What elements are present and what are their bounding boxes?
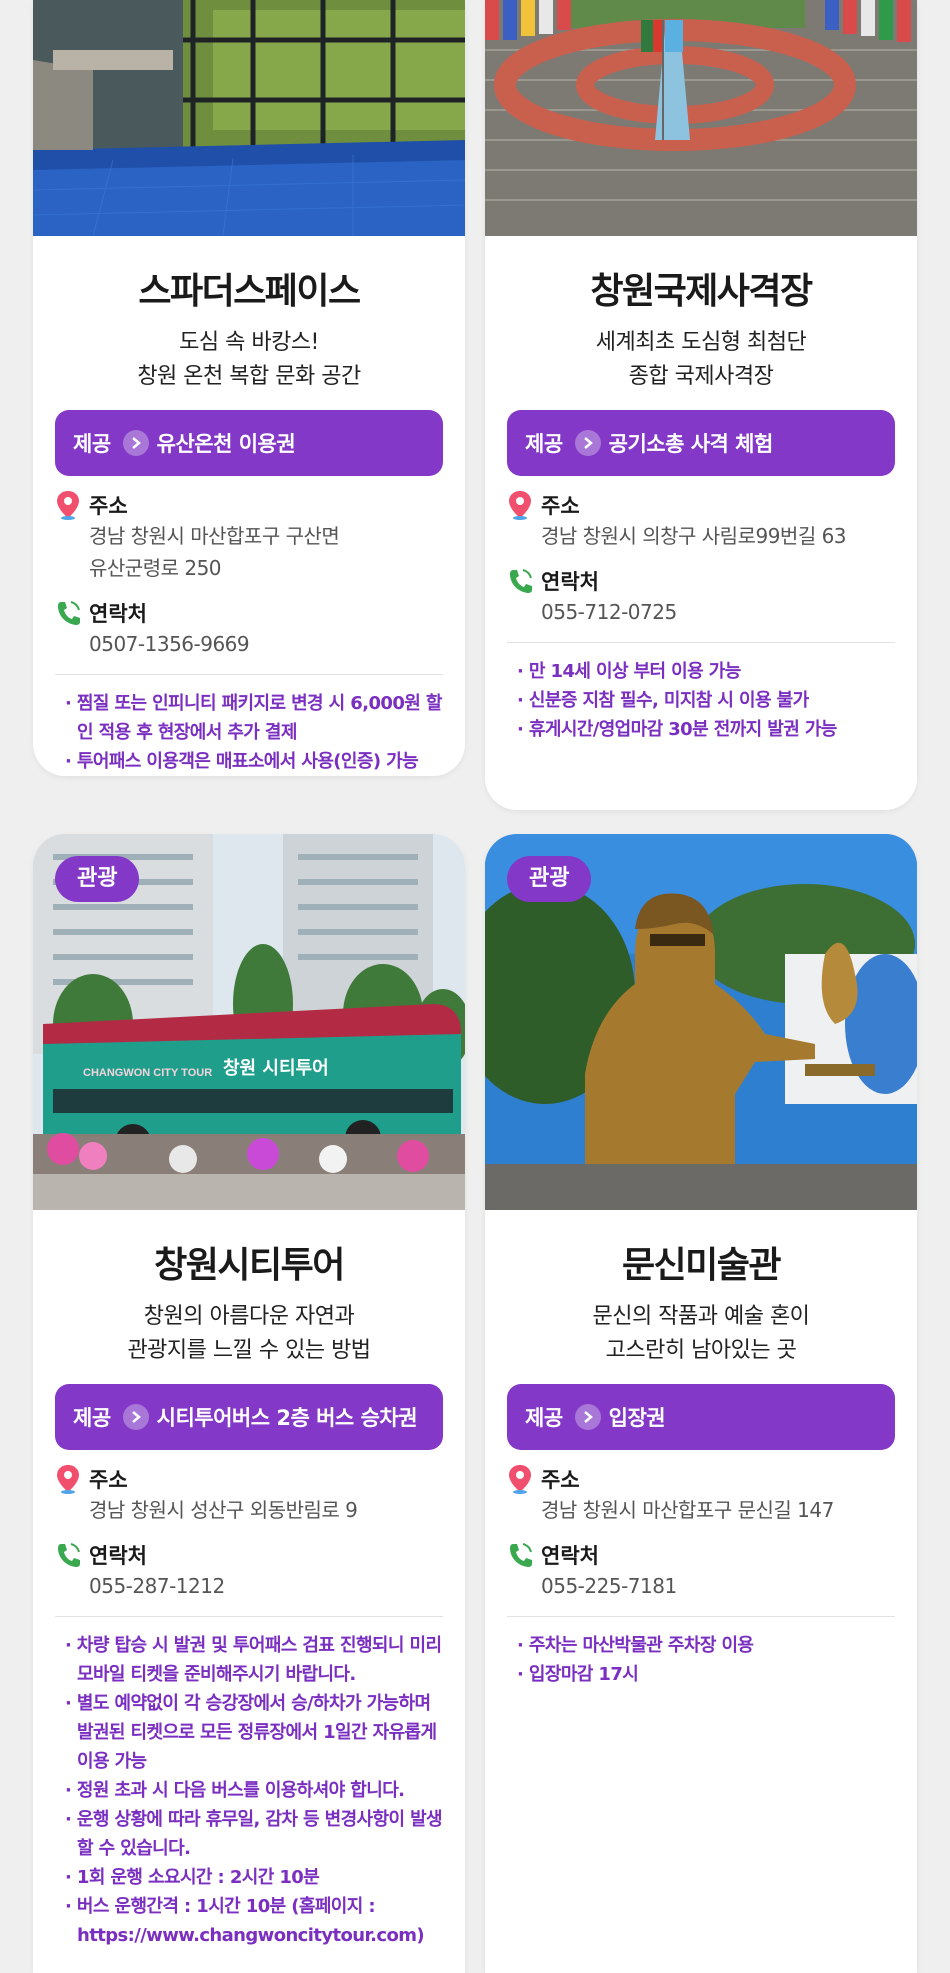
contact-value[interactable]: 055-287-1212 xyxy=(55,1570,443,1602)
card-description: 문신의 작품과 예술 혼이 고스란히 남아있는 곳 xyxy=(592,1304,810,1363)
location-pin-icon xyxy=(57,491,79,520)
moonshin-statue-photo: 관광 xyxy=(485,834,917,1210)
notes-list: 찜질 또는 인피니티 패키지로 변경 시 6,000원 할인 적용 후 현장에서… xyxy=(55,689,443,776)
category-badge: 관광 xyxy=(55,856,140,902)
address-value: 경남 창원시 마산합포구 구산면 유산군령로 250 xyxy=(89,524,340,580)
phone-icon xyxy=(510,569,532,593)
contact-value[interactable]: 055-225-7181 xyxy=(507,1570,895,1602)
note-item: 입장마감 17시 xyxy=(517,1660,895,1689)
note-item: 1회 운행 소요시간 : 2시간 10분 xyxy=(65,1863,443,1892)
attraction-card-moonshin-museum: 관광 문신미술관 문신의 작품과 예술 혼이 고스란히 남아있는 곳 제공 입장… xyxy=(485,834,917,1973)
card-description: 세계최초 도심형 최첨단 종합 국제사격장 xyxy=(595,330,807,389)
city-tour-bus-photo: CHANGWON CITY TOUR 창원 시티투어 관광 xyxy=(33,834,465,1210)
address-value: 경남 창원시 성산구 외동반림로 9 xyxy=(89,1498,358,1522)
notes-list: 주차는 마산박물관 주차장 이용 입장마감 17시 xyxy=(507,1631,895,1689)
divider xyxy=(507,642,895,643)
chevron-right-icon xyxy=(122,1404,149,1430)
location-pin-icon xyxy=(509,1465,531,1494)
address-value: 경남 창원시 의창구 사림로99번길 63 xyxy=(541,524,847,548)
phone-icon xyxy=(58,601,80,625)
note-item: 신분증 지참 필수, 미지참 시 이용 불가 xyxy=(517,686,895,715)
card-description: 도심 속 바캉스! 창원 온천 복합 문화 공간 xyxy=(137,330,361,389)
note-item: 차량 탑승 시 발권 및 투어패스 검표 진행되니 미리 모바일 티켓을 준비해… xyxy=(65,1631,443,1689)
divider xyxy=(55,674,443,675)
spa-pool-photo xyxy=(33,0,465,236)
location-pin-icon xyxy=(509,491,531,520)
note-item: 정원 초과 시 다음 버스를 이용하셔야 합니다. xyxy=(65,1776,443,1805)
contact-section: 연락처 055-287-1212 xyxy=(55,1540,443,1602)
chevron-right-icon xyxy=(122,430,149,456)
note-item: 별도 예약없이 각 승강장에서 승/하차가 가능하며 발권된 티켓으로 모든 정… xyxy=(65,1689,443,1776)
contact-section: 연락처 055-225-7181 xyxy=(507,1540,895,1602)
phone-icon xyxy=(58,1543,80,1567)
chevron-right-icon xyxy=(574,430,601,456)
note-item: 찜질 또는 인피니티 패키지로 변경 시 6,000원 할인 적용 후 현장에서… xyxy=(65,689,443,747)
note-item: 투어패스 이용객은 매표소에서 사용(인증) 가능 xyxy=(65,747,443,776)
attraction-card-city-tour: CHANGWON CITY TOUR 창원 시티투어 관광 창원시티투어 창원의… xyxy=(33,834,465,1973)
card-title: 스파더스페이스 xyxy=(138,271,361,312)
bus-logo-text: 창원 시티투어 xyxy=(223,1058,329,1079)
note-item: 주차는 마산박물관 주차장 이용 xyxy=(517,1631,895,1660)
attraction-card-shooting-range: 창원국제사격장 세계최초 도심형 최첨단 종합 국제사격장 제공 공기소총 사격… xyxy=(485,0,917,810)
address-section: 주소 경남 창원시 의창구 사림로99번길 63 xyxy=(507,490,895,552)
divider xyxy=(55,1616,443,1617)
card-description: 창원의 아름다운 자연과 관광지를 느낄 수 있는 방법 xyxy=(127,1304,371,1363)
notes-list: 만 14세 이상 부터 이용 가능 신분증 지참 필수, 미지참 시 이용 불가… xyxy=(507,657,895,744)
address-value: 경남 창원시 마산합포구 문신길 147 xyxy=(541,1498,834,1522)
note-item: 버스 운행간격 : 1시간 10분 (홈페이지 : https://www.ch… xyxy=(65,1892,443,1950)
offer-banner: 제공 공기소총 사격 체험 xyxy=(507,410,895,476)
offer-banner: 제공 유산온천 이용권 xyxy=(55,410,443,476)
chevron-right-icon xyxy=(574,1404,601,1430)
attraction-card-spa: 스파더스페이스 도심 속 바캉스! 창원 온천 복합 문화 공간 제공 유산온천… xyxy=(33,0,465,776)
contact-section: 연락처 055-712-0725 xyxy=(507,566,895,628)
contact-section: 연락처 0507-1356-9669 xyxy=(55,598,443,660)
bus-text: CHANGWON CITY TOUR xyxy=(83,1067,212,1079)
note-item: 운행 상황에 따라 휴무일, 감차 등 변경사항이 발생 할 수 있습니다. xyxy=(65,1805,443,1863)
contact-value[interactable]: 0507-1356-9669 xyxy=(55,628,443,660)
address-section: 주소 경남 창원시 성산구 외동반림로 9 xyxy=(55,1464,443,1526)
card-title: 창원국제사격장 xyxy=(590,271,813,312)
offer-banner: 제공 입장권 xyxy=(507,1384,895,1450)
address-section: 주소 경남 창원시 마산합포구 구산면 유산군령로 250 xyxy=(55,490,443,584)
category-badge: 관광 xyxy=(507,856,592,902)
note-item: 휴게시간/영업마감 30분 전까지 발권 가능 xyxy=(517,715,895,744)
location-pin-icon xyxy=(57,1465,79,1494)
card-title: 문신미술관 xyxy=(621,1245,782,1286)
notes-list: 차량 탑승 시 발권 및 투어패스 검표 진행되니 미리 모바일 티켓을 준비해… xyxy=(55,1631,443,1950)
contact-value[interactable]: 055-712-0725 xyxy=(507,596,895,628)
shooting-range-photo xyxy=(485,0,917,236)
card-title: 창원시티투어 xyxy=(154,1245,345,1286)
note-item: 만 14세 이상 부터 이용 가능 xyxy=(517,657,895,686)
address-section: 주소 경남 창원시 마산합포구 문신길 147 xyxy=(507,1464,895,1526)
offer-banner: 제공 시티투어버스 2층 버스 승차권 xyxy=(55,1384,443,1450)
phone-icon xyxy=(510,1543,532,1567)
divider xyxy=(507,1616,895,1617)
